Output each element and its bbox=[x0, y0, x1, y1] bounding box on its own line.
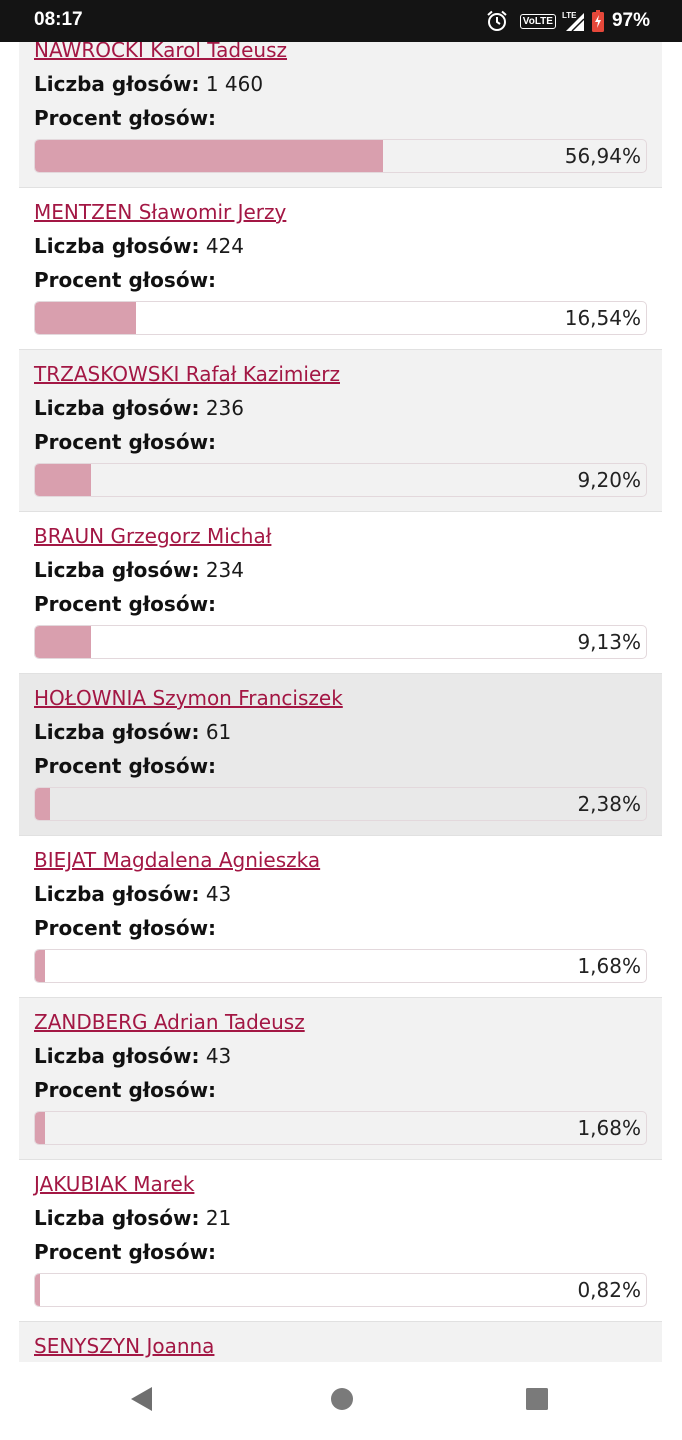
percent-value: 2,38% bbox=[577, 792, 641, 816]
votes-row: Liczba głosów: 21 bbox=[34, 1206, 231, 1230]
recents-square-icon[interactable] bbox=[525, 1385, 549, 1417]
candidate-name-link[interactable]: BIEJAT Magdalena Agnieszka bbox=[34, 848, 320, 872]
candidate-name-link[interactable]: MENTZEN Sławomir Jerzy bbox=[34, 200, 286, 224]
votes-value: 43 bbox=[205, 882, 232, 906]
candidate-name-link[interactable]: NAWROCKI Karol Tadeusz bbox=[34, 42, 287, 62]
votes-value: 61 bbox=[205, 720, 232, 744]
battery-percent: 97% bbox=[611, 10, 650, 31]
percent-bar: 9,20% bbox=[34, 463, 647, 497]
percent-label: Procent głosów: bbox=[34, 592, 217, 616]
percent-bar: 0,82% bbox=[34, 1273, 647, 1307]
votes-row: Liczba głosów: 61 bbox=[34, 720, 231, 744]
candidate-card: ZANDBERG Adrian Tadeusz Liczba głosów: 4… bbox=[19, 998, 662, 1160]
status-icons: VoLTE LTE 97% bbox=[486, 7, 650, 35]
votes-row: Liczba głosów: 43 bbox=[34, 882, 231, 906]
candidate-name-link[interactable]: BRAUN Grzegorz Michał bbox=[34, 524, 271, 548]
votes-label: Liczba głosów: bbox=[34, 396, 200, 420]
candidate-card: HOŁOWNIA Szymon Franciszek Liczba głosów… bbox=[19, 674, 662, 836]
percent-value: 9,20% bbox=[577, 468, 641, 492]
percent-bar-fill bbox=[35, 950, 46, 982]
status-bar: 08:17 VoLTE LTE 97% bbox=[0, 0, 682, 42]
percent-label: Procent głosów: bbox=[34, 1240, 217, 1264]
candidate-name-link[interactable]: SENYSZYN Joanna bbox=[34, 1334, 214, 1358]
percent-label: Procent głosów: bbox=[34, 754, 217, 778]
candidate-card: BIEJAT Magdalena Agnieszka Liczba głosów… bbox=[19, 836, 662, 998]
system-nav-bar bbox=[0, 1362, 682, 1440]
candidate-name-link[interactable]: JAKUBIAK Marek bbox=[34, 1172, 194, 1196]
percent-bar: 1,68% bbox=[34, 949, 647, 983]
percent-value: 16,54% bbox=[564, 306, 641, 330]
votes-value: 424 bbox=[205, 234, 245, 258]
percent-label: Procent głosów: bbox=[34, 106, 217, 130]
votes-label: Liczba głosów: bbox=[34, 558, 200, 582]
votes-value: 234 bbox=[205, 558, 245, 582]
candidate-card: SENYSZYN Joanna bbox=[19, 1322, 662, 1362]
votes-row: Liczba głosów: 424 bbox=[34, 234, 244, 258]
candidate-card: NAWROCKI Karol Tadeusz Liczba głosów: 1 … bbox=[19, 42, 662, 188]
back-triangle-icon[interactable] bbox=[129, 1385, 153, 1417]
percent-bar-fill bbox=[35, 140, 383, 172]
percent-bar-fill bbox=[35, 302, 137, 334]
votes-label: Liczba głosów: bbox=[34, 882, 200, 906]
votes-value: 236 bbox=[205, 396, 245, 420]
votes-value: 1 460 bbox=[205, 72, 264, 96]
votes-label: Liczba głosów: bbox=[34, 234, 200, 258]
percent-bar: 9,13% bbox=[34, 625, 647, 659]
percent-bar-fill bbox=[35, 464, 92, 496]
battery-icon bbox=[591, 10, 604, 32]
percent-label: Procent głosów: bbox=[34, 916, 217, 940]
signal-icon: LTE bbox=[562, 10, 586, 32]
percent-value: 1,68% bbox=[577, 1116, 641, 1140]
percent-value: 1,68% bbox=[577, 954, 641, 978]
percent-bar-fill bbox=[35, 1112, 46, 1144]
candidate-card: BRAUN Grzegorz Michał Liczba głosów: 234… bbox=[19, 512, 662, 674]
candidate-list: NAWROCKI Karol Tadeusz Liczba głosów: 1 … bbox=[19, 42, 662, 1362]
svg-text:LTE: LTE bbox=[562, 11, 577, 20]
percent-label: Procent głosów: bbox=[34, 268, 217, 292]
percent-value: 9,13% bbox=[577, 630, 641, 654]
votes-row: Liczba głosów: 234 bbox=[34, 558, 244, 582]
percent-bar: 1,68% bbox=[34, 1111, 647, 1145]
percent-bar-fill bbox=[35, 788, 50, 820]
percent-bar-fill bbox=[35, 626, 91, 658]
votes-label: Liczba głosów: bbox=[34, 1206, 200, 1230]
percent-bar: 56,94% bbox=[34, 139, 647, 173]
percent-value: 0,82% bbox=[577, 1278, 641, 1302]
candidate-name-link[interactable]: HOŁOWNIA Szymon Franciszek bbox=[34, 686, 343, 710]
alarm-icon bbox=[486, 10, 508, 32]
votes-label: Liczba głosów: bbox=[34, 720, 200, 744]
votes-row: Liczba głosów: 1 460 bbox=[34, 72, 263, 96]
votes-value: 21 bbox=[205, 1206, 232, 1230]
candidate-card: JAKUBIAK Marek Liczba głosów: 21 Procent… bbox=[19, 1160, 662, 1322]
results-scroll-area[interactable]: NAWROCKI Karol Tadeusz Liczba głosów: 1 … bbox=[0, 42, 682, 1362]
votes-label: Liczba głosów: bbox=[34, 72, 200, 96]
votes-row: Liczba głosów: 236 bbox=[34, 396, 244, 420]
percent-value: 56,94% bbox=[564, 144, 641, 168]
votes-value: 43 bbox=[205, 1044, 232, 1068]
home-circle-icon[interactable] bbox=[330, 1385, 354, 1417]
votes-label: Liczba głosów: bbox=[34, 1044, 200, 1068]
percent-bar: 16,54% bbox=[34, 301, 647, 335]
percent-bar-fill bbox=[35, 1274, 40, 1306]
percent-bar: 2,38% bbox=[34, 787, 647, 821]
candidate-name-link[interactable]: ZANDBERG Adrian Tadeusz bbox=[34, 1010, 305, 1034]
volte-badge: VoLTE bbox=[519, 13, 556, 29]
candidate-card: TRZASKOWSKI Rafał Kazimierz Liczba głosó… bbox=[19, 350, 662, 512]
votes-row: Liczba głosów: 43 bbox=[34, 1044, 231, 1068]
percent-label: Procent głosów: bbox=[34, 430, 217, 454]
candidate-card: MENTZEN Sławomir Jerzy Liczba głosów: 42… bbox=[19, 188, 662, 350]
candidate-name-link[interactable]: TRZASKOWSKI Rafał Kazimierz bbox=[34, 362, 340, 386]
status-time: 08:17 bbox=[34, 9, 83, 30]
percent-label: Procent głosów: bbox=[34, 1078, 217, 1102]
